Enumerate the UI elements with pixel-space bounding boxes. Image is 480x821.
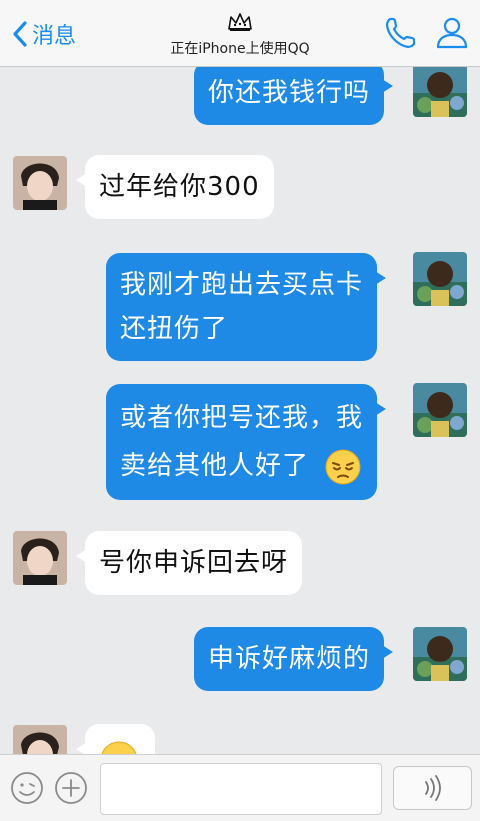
- message-text-line: 卖给其他人好了: [120, 442, 363, 490]
- emoji-face-icon: [101, 741, 137, 754]
- message-text: 号你申诉回去呀: [99, 548, 289, 578]
- message-text: 申诉好麻烦的: [208, 644, 371, 674]
- message-bubble[interactable]: 或者你把号还我，我 卖给其他人好了: [106, 384, 387, 500]
- message-text: 卖给其他人好了: [120, 451, 310, 481]
- message-bubble[interactable]: 过年给你300: [76, 155, 274, 219]
- online-status-text: 正在iPhone上使用QQ: [170, 41, 310, 57]
- chat-header: 消息 正在iPhone上使用QQ: [0, 0, 480, 67]
- message-bubble[interactable]: 你还我钱行吗: [194, 67, 394, 125]
- contact-profile-icon[interactable]: [434, 14, 470, 50]
- plus-icon[interactable]: [54, 771, 88, 805]
- voice-wave-icon: [424, 775, 441, 801]
- my-avatar[interactable]: [413, 627, 467, 681]
- friend-avatar[interactable]: [13, 725, 67, 754]
- emoji-icon[interactable]: [10, 771, 44, 805]
- friend-avatar[interactable]: [13, 156, 67, 210]
- message-text-line: 我刚才跑出去买点卡: [120, 270, 364, 300]
- chevron-left-icon: [13, 21, 27, 47]
- input-bar: [0, 754, 480, 821]
- message-text-line: 还扭伤了: [120, 314, 229, 344]
- back-label: 消息: [32, 24, 77, 49]
- back-button[interactable]: 消息: [10, 16, 76, 52]
- crown-icon: [228, 13, 252, 31]
- message-text-line: 或者你把号还我，我: [120, 403, 364, 433]
- voice-button[interactable]: [393, 766, 472, 810]
- chat-title: 正在iPhone上使用QQ: [120, 12, 360, 58]
- message-bubble[interactable]: 我刚才跑出去买点卡 还扭伤了: [106, 253, 387, 361]
- friend-avatar[interactable]: [13, 531, 67, 585]
- message-list[interactable]: 你还我钱行吗 过年给你300 我刚才跑出去买点卡 还扭伤了 或者你把号还我，我 …: [0, 67, 480, 754]
- my-avatar[interactable]: [413, 383, 467, 437]
- message-input[interactable]: [100, 763, 382, 815]
- message-bubble[interactable]: [76, 724, 155, 754]
- pensive-face-icon: [325, 449, 361, 484]
- message-text: 过年给你300: [99, 172, 260, 202]
- message-bubble[interactable]: 号你申诉回去呀: [75, 531, 303, 595]
- my-avatar[interactable]: [413, 67, 467, 117]
- message-text: 你还我钱行吗: [208, 78, 371, 108]
- phone-icon[interactable]: [384, 16, 416, 50]
- message-bubble[interactable]: 申诉好麻烦的: [194, 627, 394, 691]
- my-avatar[interactable]: [413, 252, 467, 306]
